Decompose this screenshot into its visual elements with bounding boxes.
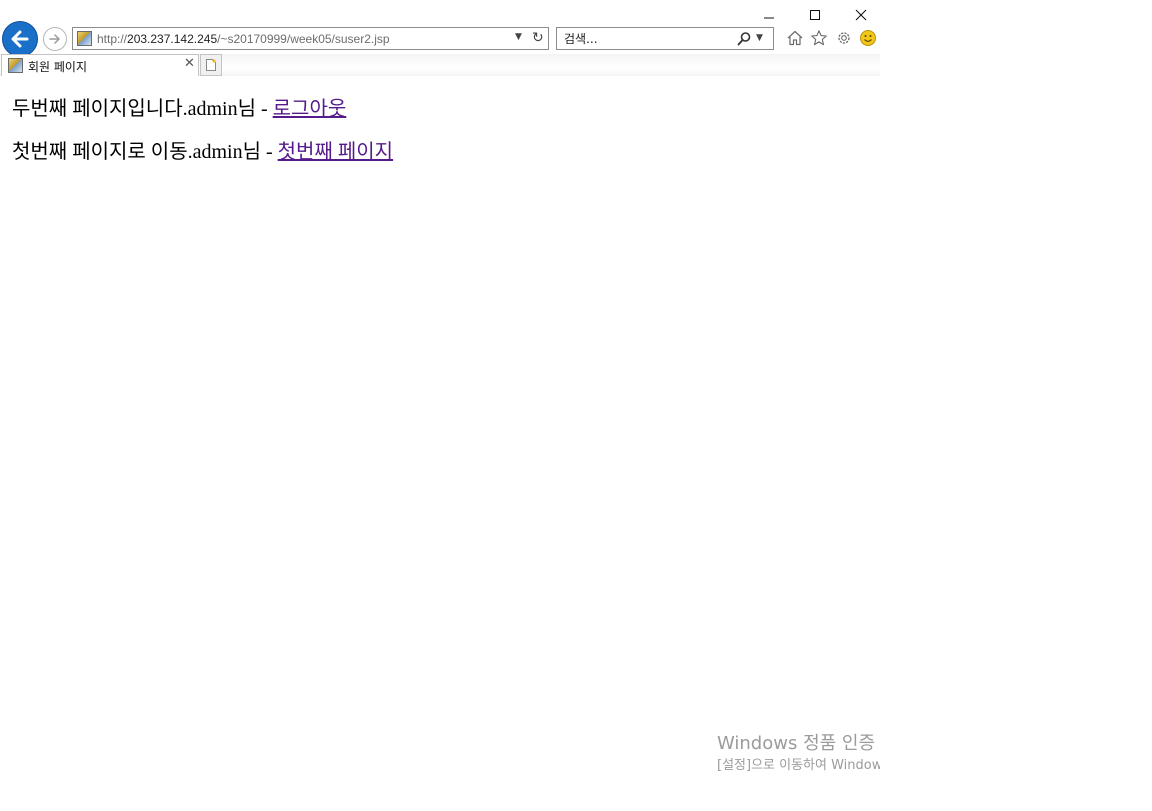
page-content: 두번째 페이지입니다.admin님 - 로그아웃 첫번째 페이지로 이동.adm… (12, 96, 393, 182)
refresh-icon[interactable]: ↻ (532, 30, 544, 46)
minimize-button[interactable] (754, 4, 784, 26)
home-icon[interactable] (785, 28, 805, 48)
url-text[interactable]: http://203.237.142.245/~s20170999/week05… (97, 32, 390, 46)
address-bar[interactable]: http://203.237.142.245/~s20170999/week05… (72, 27, 549, 50)
maximize-icon (810, 10, 820, 20)
tab-member-page[interactable]: 회원 페이지 ✕ (1, 54, 199, 76)
maximize-button[interactable] (800, 4, 830, 26)
watermark-line-2: [설정]으로 이동하여 Windows (717, 758, 880, 773)
close-icon (855, 9, 867, 21)
search-box[interactable]: ▼ (556, 27, 774, 50)
back-arrow-icon (11, 30, 29, 48)
move-first-page-text: 첫번째 페이지로 이동.admin님 - (12, 141, 278, 163)
search-dropdown-icon[interactable]: ▼ (756, 33, 763, 43)
windows-activation-watermark: Windows 정품 인증 [설정]으로 이동하여 Windows (717, 732, 880, 776)
site-favicon-icon (77, 31, 92, 46)
tab-favicon-icon (8, 58, 23, 73)
watermark-line-1: Windows 정품 인증 (717, 733, 876, 754)
close-button[interactable] (846, 4, 876, 26)
new-tab-button[interactable] (200, 54, 222, 76)
search-icon[interactable] (737, 31, 752, 46)
content-line-2: 첫번째 페이지로 이동.admin님 - 첫번째 페이지 (12, 139, 393, 182)
logout-link[interactable]: 로그아웃 (273, 98, 347, 120)
browser-window: http://203.237.142.245/~s20170999/week05… (0, 0, 880, 811)
smiley-icon[interactable] (858, 28, 878, 48)
content-line-1: 두번째 페이지입니다.admin님 - 로그아웃 (12, 96, 393, 139)
gear-icon[interactable] (834, 28, 854, 48)
forward-button[interactable] (43, 27, 67, 51)
back-button[interactable] (2, 21, 38, 57)
tab-close-icon[interactable]: ✕ (184, 56, 195, 71)
first-page-link[interactable]: 첫번째 페이지 (278, 141, 393, 163)
second-page-text: 두번째 페이지입니다.admin님 - (12, 98, 273, 120)
new-tab-icon (206, 58, 217, 71)
url-scheme: http:// (97, 32, 128, 46)
minimize-icon (764, 17, 774, 19)
url-host: 203.237.142.245 (127, 32, 218, 46)
url-path: /~s20170999/week05/suser2.jsp (217, 32, 390, 46)
search-input[interactable] (557, 28, 733, 49)
forward-arrow-icon (49, 34, 60, 44)
tab-bar: 회원 페이지 ✕ (0, 54, 880, 76)
star-icon[interactable] (809, 28, 829, 48)
tab-title: 회원 페이지 (28, 60, 88, 74)
address-dropdown-icon[interactable]: ▼ (515, 32, 522, 42)
